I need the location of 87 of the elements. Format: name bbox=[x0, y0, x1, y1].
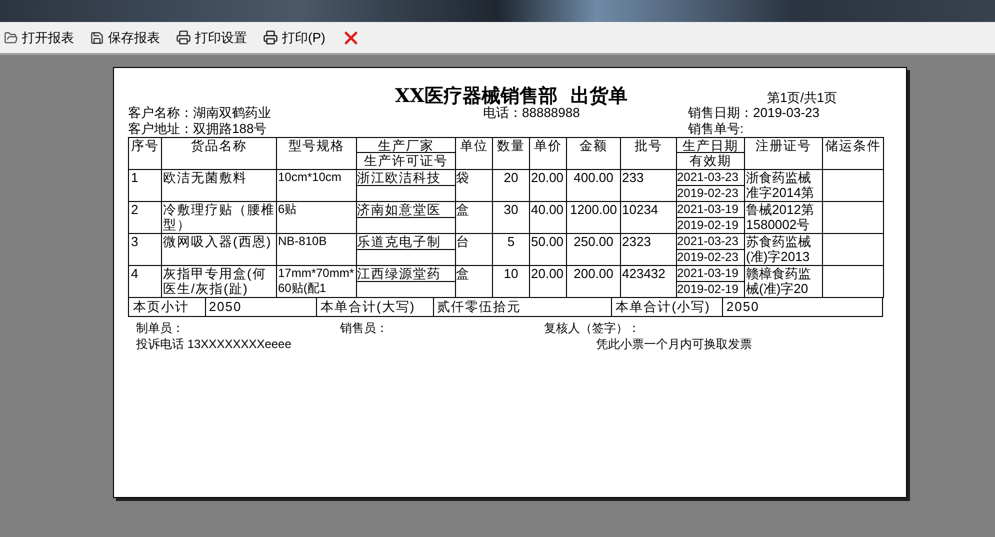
sale-date: 销售日期：2019-03-23 bbox=[688, 105, 820, 121]
table-cell-text: 20.00 bbox=[530, 266, 565, 281]
column-header: 金额 bbox=[580, 138, 608, 153]
table-cell-text: 袋 bbox=[456, 170, 470, 185]
table-cell: 2021-03-19 bbox=[677, 266, 744, 282]
table-cell-text: 6贴 bbox=[277, 202, 298, 217]
table-cell-text: 2019-02-23 bbox=[677, 186, 740, 201]
table-cell-text: 微网吸入器(西恩) bbox=[162, 234, 273, 249]
column-header: 型号规格 bbox=[288, 138, 344, 153]
table-cell-text: 台 bbox=[456, 234, 470, 249]
column-header: 货品名称 bbox=[191, 138, 247, 153]
table-cell-text: 10cm*10cm bbox=[277, 170, 342, 185]
summary-value: 2050 bbox=[725, 298, 760, 316]
toolbar-button[interactable]: 打印(P) bbox=[259, 26, 330, 50]
phone-number: 电话：88888988 bbox=[483, 105, 581, 121]
table-cell: 2021-03-23 bbox=[677, 170, 744, 186]
toolbar-button[interactable]: 保存报表 bbox=[86, 26, 164, 50]
column-header: 生产厂家 bbox=[357, 138, 455, 153]
table-cell-text: 2323 bbox=[621, 234, 652, 249]
printer-icon bbox=[263, 30, 278, 45]
table-cell: 冷敷理疗贴（腰椎型） bbox=[162, 202, 276, 232]
table-cell-text: 欧洁无菌敷料 bbox=[162, 170, 248, 185]
table-cell: 济南如意堂医 bbox=[357, 202, 455, 218]
table-cell-text: 3 bbox=[130, 234, 140, 249]
column-header: 数量 bbox=[497, 138, 525, 153]
table-cell-text: 20 bbox=[502, 170, 520, 185]
table-cell-text: 50.00 bbox=[530, 234, 565, 249]
table-cell-text: 17mm*70mm*60贴(配1 bbox=[277, 266, 356, 296]
customer-name: 客户名称：湖南双鹤药业 bbox=[128, 105, 272, 121]
table-cell-text: 盒 bbox=[456, 266, 470, 281]
table-cell-text: 盒 bbox=[456, 202, 470, 217]
table-cell-text: 4 bbox=[130, 266, 140, 281]
page-info: 第1页/共1页 bbox=[767, 89, 838, 107]
summary-value: 贰仟零伍拾元 bbox=[434, 298, 612, 316]
signature-label: 制单员： bbox=[136, 320, 185, 336]
summary-value: 2050 bbox=[206, 298, 317, 316]
column-header: 批号 bbox=[634, 138, 662, 153]
column-header: 注册证号 bbox=[756, 138, 812, 153]
table-cell-text: 20.00 bbox=[530, 170, 565, 185]
table-cell-text: 5 bbox=[506, 234, 516, 249]
complaint-phone: 投诉电话 13XXXXXXXXeeee bbox=[136, 336, 292, 352]
table-cell-text: 423432 bbox=[621, 266, 666, 281]
folder-icon bbox=[4, 30, 18, 44]
column-header: 储运条件 bbox=[825, 138, 881, 153]
table-cell: 2021-03-19 bbox=[677, 202, 744, 218]
column-header: 单位 bbox=[460, 138, 488, 153]
table-cell-text: 10 bbox=[502, 266, 520, 281]
table-cell-text: 2019-02-19 bbox=[677, 218, 740, 233]
table-cell-text: 200.00 bbox=[572, 266, 614, 281]
toolbar-button[interactable]: 打印设置 bbox=[172, 26, 251, 50]
report-title: XX医疗器械销售部 出货单 bbox=[395, 85, 628, 107]
table-cell: 江西绿源堂药 bbox=[357, 266, 455, 282]
table-cell-text: 2019-02-19 bbox=[677, 282, 740, 297]
table-cell-text: 250.00 bbox=[572, 234, 614, 249]
table-cell: 2021-03-23 bbox=[677, 234, 744, 250]
table-cell-text: 30 bbox=[502, 202, 520, 217]
table-cell-text: 1 bbox=[130, 170, 140, 185]
toolbar-button[interactable]: 打开报表 bbox=[0, 26, 78, 50]
signature-label: 复核人（签字）： bbox=[544, 320, 641, 336]
column-header: 单价 bbox=[534, 138, 562, 153]
table-cell-text: 苏食药监械(准)字2013 bbox=[745, 234, 812, 264]
table-cell-text: NB-810B bbox=[277, 234, 328, 249]
table-cell: 乐道克电子制 bbox=[357, 234, 455, 250]
table-cell-text: 400.00 bbox=[572, 170, 614, 185]
column-header: 生产许可证号 bbox=[363, 153, 449, 168]
table-cell-text: 浙食药监械准字2014第 bbox=[745, 170, 815, 200]
order-number: 销售单号: bbox=[688, 121, 744, 137]
summary-label: 本页小计 bbox=[129, 298, 206, 316]
printer-icon bbox=[176, 30, 191, 45]
table-cell-text: 40.00 bbox=[530, 202, 565, 217]
table-cell-text: 2 bbox=[130, 202, 140, 217]
customer-address: 客户地址：双拥路188号 bbox=[128, 121, 268, 137]
summary-label: 本单合计(大写) bbox=[316, 298, 434, 316]
table-cell-text: 10234 bbox=[621, 202, 660, 217]
table-cell-text: 赣樟食药监械(准)字20 bbox=[745, 266, 812, 296]
table-cell-text: 1200.00 bbox=[569, 202, 618, 217]
column-header: 有效期 bbox=[688, 153, 732, 168]
table-cell-text: 2019-02-23 bbox=[677, 250, 740, 265]
column-header: 生产日期 bbox=[677, 138, 744, 153]
summary-label: 本单合计(小写) bbox=[612, 298, 724, 316]
table-cell-text: 233 bbox=[621, 170, 645, 185]
signature-label: 销售员： bbox=[340, 320, 389, 336]
invoice-note: 凭此小票一个月内可换取发票 bbox=[596, 336, 752, 352]
table-cell: 浙江欧洁科技 bbox=[357, 170, 455, 186]
table-cell-text: 鲁械2012第1580002号 bbox=[745, 202, 815, 232]
column-header: 序号 bbox=[131, 138, 159, 153]
table-cell-text: 灰指甲专用盒(何医生/灰指(趾) bbox=[162, 266, 268, 296]
